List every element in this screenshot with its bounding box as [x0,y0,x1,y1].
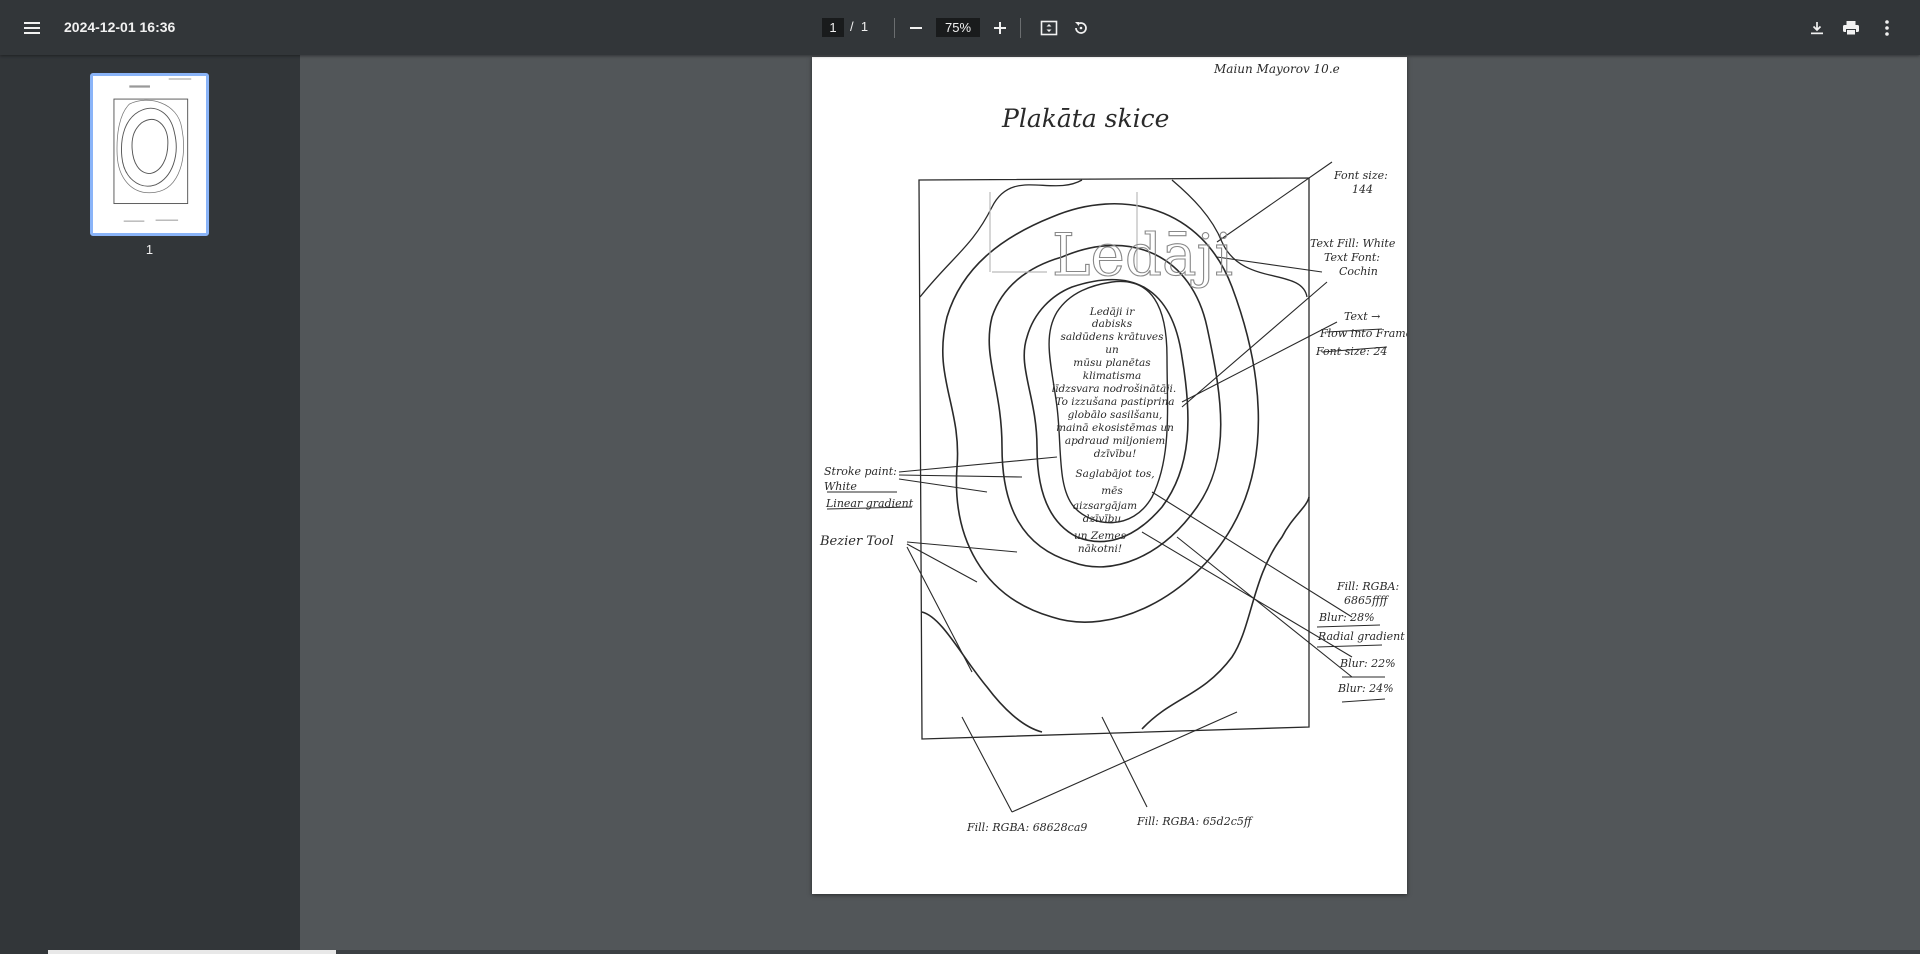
download-button[interactable] [1804,15,1830,41]
fit-page-button[interactable] [1036,15,1062,41]
annotation-blur-22: Blur: 22% [1339,657,1396,670]
zoom-in-button[interactable] [988,16,1012,40]
annotation-font-name: Cochin [1339,265,1378,278]
body-line: un [1105,344,1119,356]
annotation-stroke-white: White [824,480,857,493]
body-line: mūsu planētas [1073,357,1151,369]
annotation-fill-bottom-left: Fill: RGBA: 68628ca9 [966,821,1087,834]
annotation-text-font: Text Font: [1324,251,1380,264]
annotation-blur-28: Blur: 28% [1318,611,1375,624]
thumbnail-preview [113,78,192,222]
body-line: Ledāji ir [1089,306,1135,318]
download-icon [1811,22,1823,35]
minus-icon [910,27,922,29]
fit-page-icon [1040,20,1058,36]
rotate-button[interactable] [1068,15,1094,41]
body-line: līdzsvara nodrošinātāji. [1052,383,1177,395]
headline-text: Ledāji [1052,221,1233,289]
annotation-arrow [961,711,1238,813]
contour-line [921,611,1043,733]
annotation-font-size-24: Font size: 24 [1315,345,1387,358]
document-title: 2024-12-01 16:36 [64,19,176,35]
pdf-page: Maiun Mayorov 10.e Plakāta skice Ledāji … [812,57,1407,894]
print-icon [1843,21,1859,36]
plus-icon [994,22,1006,34]
annotation-fill-bottom-right: Fill: RGBA: 65d2c5ff [1136,815,1254,828]
page-thumbnail[interactable] [90,73,209,236]
body-line: nākotni! [1078,543,1122,555]
body-line: apdraud miljoniem [1065,435,1165,447]
author-line: Maiun Mayorov 10.e [1213,62,1340,76]
annotation-blur-24: Blur: 24% [1337,682,1394,695]
rotate-icon [1075,22,1087,34]
annotation-fill-value: 6865ffff [1344,594,1390,607]
annotation-font-size-value: 144 [1352,183,1373,196]
body-line: dzīvību [1083,513,1122,525]
body-line: To izzušana pastiprina [1055,396,1174,408]
body-line: klimatisma [1083,370,1141,382]
annotation-linear-gradient: Linear gradient [825,497,914,510]
annotation-radial-gradient: Radial gradient [1317,630,1405,643]
page-number-input[interactable]: 1 [822,18,844,37]
zoom-out-button[interactable] [904,16,928,40]
annotation-fill-rgba: Fill: RGBA: [1336,580,1399,593]
annotation-font-size: Font size: [1333,169,1388,182]
annotation-text-fill: Text Fill: White [1310,237,1396,250]
contour-line [1141,496,1310,730]
annotation-stroke: Stroke paint: [824,465,897,478]
body-line: globālo sasilšanu, [1068,409,1163,421]
sketch-drawing: Maiun Mayorov 10.e Plakāta skice Ledāji … [819,62,1407,834]
toolbar-divider [894,18,895,38]
body-line: dzīvību! [1094,448,1137,460]
page-count: / 1 [850,19,869,34]
toolbar-divider [1020,18,1021,38]
body-line: mainā ekosistēmas un [1056,422,1174,434]
zoom-input[interactable]: 75% [936,18,980,37]
more-actions-button[interactable] [1874,15,1900,41]
body-line: mēs [1101,485,1123,497]
menu-icon[interactable] [18,16,46,40]
thumbnail-page-number: 1 [145,242,154,257]
annotation-arrow [906,541,1018,673]
body-line: aizsargājam [1073,500,1137,512]
body-line: Saglabājot tos, [1075,468,1154,480]
more-vert-icon [1885,20,1889,36]
annotation-text-arrow: Text → [1344,310,1380,323]
annotation-arrow [1141,491,1353,678]
body-line: dabisks [1092,318,1133,330]
sketch-title: Plakāta skice [1001,104,1169,133]
pdf-toolbar: 2024-12-01 16:36 1 / 1 75% [0,0,1920,55]
body-line: un Zemes [1074,530,1127,542]
horizontal-scrollbar-thumb[interactable] [48,950,336,954]
headline-letter [989,192,1047,273]
annotation-flow-frame: Flow into Frame [1319,327,1407,340]
annotation-arrow [898,456,1058,493]
body-text-block: Ledāji ir dabisks saldūdens krātuves un … [1052,306,1177,555]
annotation-bezier: Bezier Tool [819,534,894,549]
horizontal-scrollbar-track[interactable] [336,950,1920,954]
print-button[interactable] [1838,15,1864,41]
body-line: saldūdens krātuves [1060,331,1164,343]
